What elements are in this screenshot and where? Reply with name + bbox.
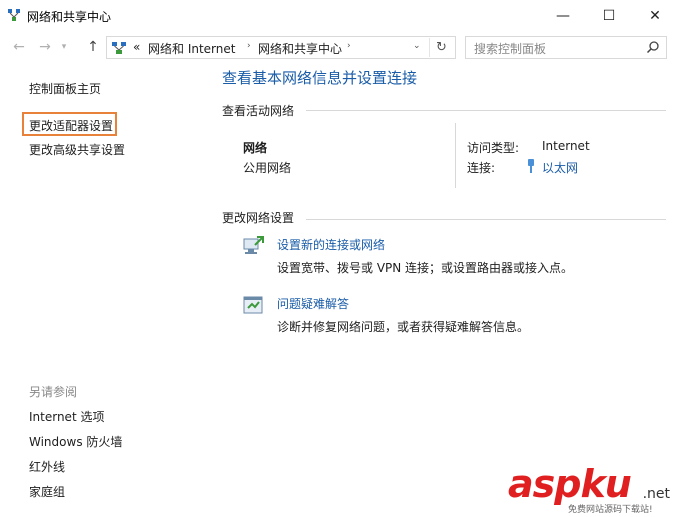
- search-icon[interactable]: [646, 40, 660, 54]
- setup-new-connection-desc: 设置宽带、拨号或 VPN 连接；或设置路由器或接入点。: [277, 261, 574, 275]
- address-bar[interactable]: « 网络和 Internet › 网络和共享中心 › ⌄ ↻: [106, 36, 456, 59]
- access-type-label: 访问类型:: [467, 141, 520, 155]
- network-name: 网络: [243, 141, 268, 155]
- back-arrow-icon[interactable]: ←: [9, 38, 29, 56]
- see-also-header: 另请参阅: [29, 385, 78, 399]
- chevron-down-icon[interactable]: ⌄: [413, 41, 421, 51]
- connection-label: 连接:: [467, 161, 496, 175]
- sidebar-item-advanced-sharing[interactable]: 更改高级共享设置: [29, 141, 125, 158]
- breadcrumb-network-internet[interactable]: 网络和 Internet: [148, 40, 235, 57]
- refresh-icon[interactable]: ↻: [429, 38, 453, 57]
- close-button[interactable]: ✕: [632, 0, 678, 31]
- access-type-value: Internet: [542, 139, 590, 153]
- network-center-icon: [112, 42, 126, 54]
- connection-ethernet-link[interactable]: 以太网: [542, 159, 578, 176]
- active-networks-header: 查看活动网络: [222, 104, 295, 118]
- minimize-button[interactable]: —: [540, 0, 586, 31]
- chevron-right-icon[interactable]: ›: [247, 41, 251, 51]
- site-watermark: aspku .net 免费网站源码下载站!: [508, 462, 674, 515]
- setup-new-connection-link[interactable]: 设置新的连接或网络: [277, 236, 385, 253]
- ethernet-icon: [528, 159, 534, 173]
- search-input[interactable]: 搜索控制面板: [465, 36, 667, 59]
- sidebar-item-internet-options[interactable]: Internet 选项: [29, 408, 104, 425]
- troubleshoot-link[interactable]: 问题疑难解答: [277, 295, 349, 312]
- title-bar: 网络和共享中心 — ☐ ✕: [0, 0, 678, 31]
- search-placeholder: 搜索控制面板: [474, 42, 547, 56]
- sidebar-item-windows-firewall[interactable]: Windows 防火墙: [29, 433, 122, 450]
- new-connection-icon: [243, 236, 264, 254]
- main-content: 查看基本网络信息并设置连接 查看活动网络 网络 公用网络 访问类型: Inter…: [222, 63, 678, 517]
- watermark-brand: aspku: [508, 462, 632, 506]
- watermark-subtitle: 免费网站源码下载站!: [568, 505, 653, 515]
- sidebar-item-infrared[interactable]: 红外线: [29, 458, 65, 475]
- divider: [306, 110, 666, 111]
- network-center-icon: [8, 9, 20, 21]
- sidebar-item-control-panel-home[interactable]: 控制面板主页: [29, 80, 101, 97]
- window-title: 网络和共享中心: [27, 10, 112, 24]
- change-settings-header: 更改网络设置: [222, 211, 295, 225]
- sidebar: 控制面板主页 更改适配器设置 更改高级共享设置 另请参阅 Internet 选项…: [0, 63, 210, 517]
- address-row: ← → ▾ ↑ « 网络和 Internet › 网络和共享中心 › ⌄ ↻ 搜…: [0, 31, 678, 63]
- breadcrumb-prefix[interactable]: «: [133, 40, 140, 54]
- chevron-right-icon[interactable]: ›: [347, 41, 351, 51]
- page-title: 查看基本网络信息并设置连接: [222, 69, 418, 87]
- forward-arrow-icon[interactable]: →: [35, 38, 55, 56]
- sidebar-item-change-adapter[interactable]: 更改适配器设置: [29, 117, 113, 134]
- divider: [306, 219, 666, 220]
- divider: [455, 123, 456, 188]
- watermark-tld: .net: [642, 486, 670, 502]
- breadcrumb-sharing-center[interactable]: 网络和共享中心: [258, 40, 342, 57]
- recent-dropdown-icon[interactable]: ▾: [58, 38, 70, 56]
- troubleshoot-icon: [243, 296, 263, 314]
- network-type[interactable]: 公用网络: [243, 159, 291, 176]
- sidebar-item-homegroup[interactable]: 家庭组: [29, 483, 65, 500]
- up-arrow-icon[interactable]: ↑: [83, 38, 103, 56]
- troubleshoot-desc: 诊断并修复网络问题，或者获得疑难解答信息。: [277, 320, 530, 334]
- maximize-button[interactable]: ☐: [586, 0, 632, 31]
